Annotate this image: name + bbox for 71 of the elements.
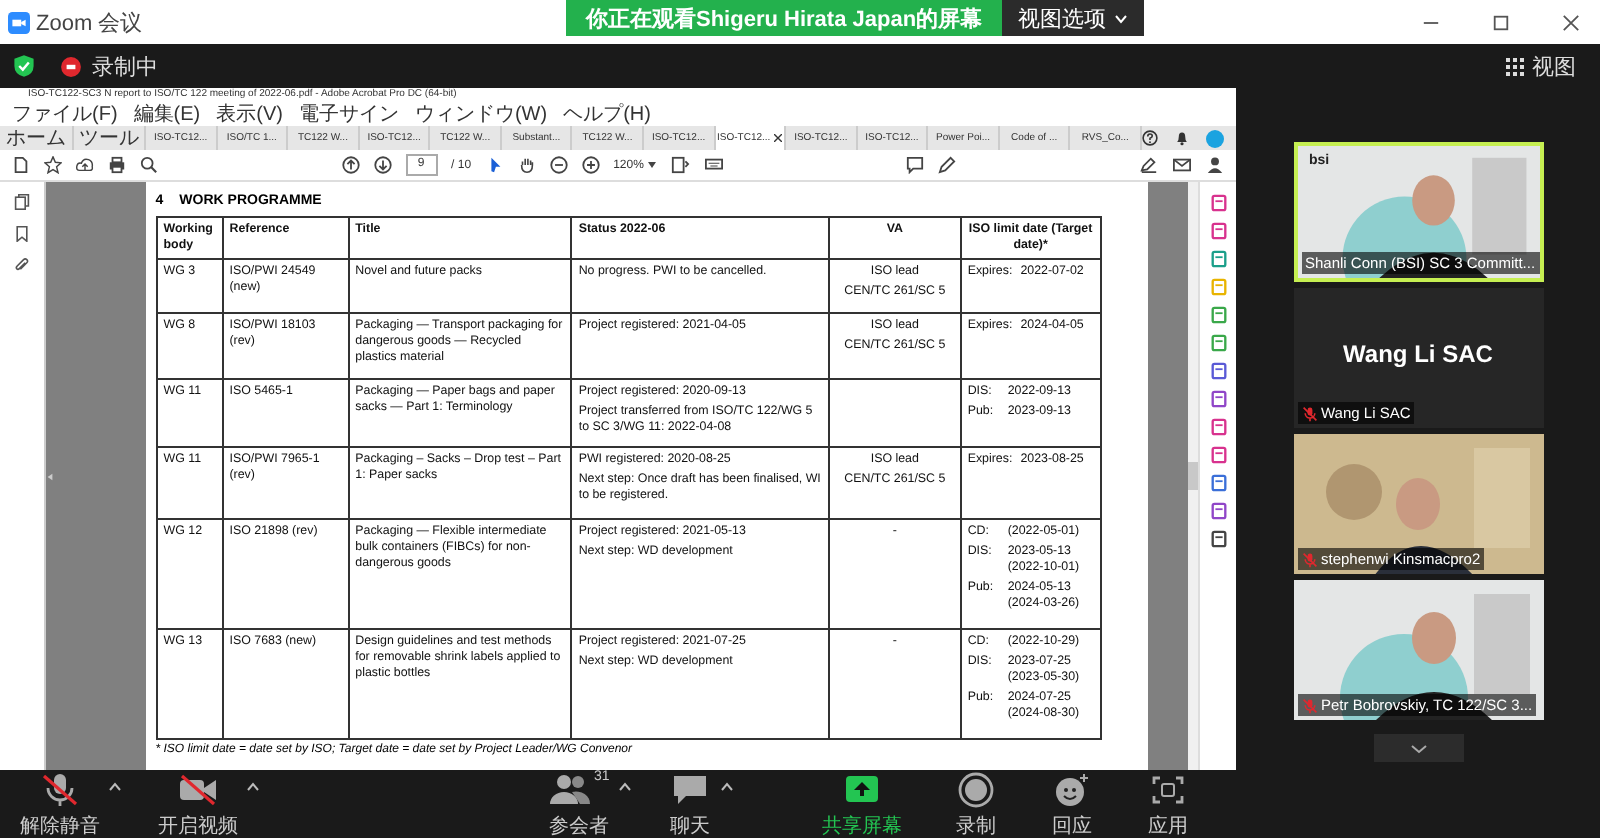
help-icon[interactable]: [1142, 130, 1158, 146]
comment-icon[interactable]: [906, 156, 925, 174]
toolbar-button[interactable]: 应用: [1145, 769, 1190, 838]
caret-icon: [647, 162, 656, 168]
tool-icon[interactable]: [1209, 418, 1228, 436]
document-tab[interactable]: ホーム: [0, 126, 74, 150]
tool-icon[interactable]: [1209, 194, 1228, 212]
hand-icon[interactable]: [517, 156, 536, 174]
next-page-icon[interactable]: [373, 156, 392, 174]
menu-item[interactable]: 編集(E): [133, 103, 201, 125]
attachment-icon[interactable]: [13, 258, 30, 274]
camera-icon: [8, 11, 30, 33]
toolbar-button[interactable]: 开启视频: [158, 769, 238, 838]
pages-icon[interactable]: [13, 194, 30, 210]
bell-icon[interactable]: [1174, 130, 1190, 146]
mail-icon[interactable]: [1172, 156, 1193, 174]
maximize-icon[interactable]: [1492, 13, 1510, 31]
view-options-button[interactable]: 视图选项: [1002, 0, 1145, 36]
zoom-in-icon[interactable]: [581, 156, 600, 174]
record-icon: [953, 769, 998, 809]
sharing-banner: 你正在观看Shigeru Hirata Japan的屏幕: [566, 0, 1003, 36]
star-icon[interactable]: [44, 156, 62, 174]
menu-item[interactable]: ウィンドウ(W): [414, 103, 548, 125]
signature-icon[interactable]: [1140, 156, 1159, 174]
pointer-icon[interactable]: [485, 156, 504, 174]
menu-item[interactable]: 電子サイン: [298, 103, 399, 125]
tool-icon[interactable]: [1209, 530, 1228, 548]
person-icon[interactable]: [1206, 156, 1225, 174]
bookmark-icon[interactable]: [13, 226, 30, 242]
previous-page-icon[interactable]: [341, 156, 360, 174]
zoom-out-icon[interactable]: [549, 156, 568, 174]
chevron-icon: [1114, 13, 1129, 23]
toolbar-button[interactable]: 聊天: [667, 769, 712, 838]
toolbar-button[interactable]: 录制: [953, 769, 998, 838]
tool-icon[interactable]: [1209, 222, 1228, 240]
tool-icon[interactable]: [1209, 474, 1228, 492]
pen-icon[interactable]: [938, 156, 957, 174]
close-icon: [774, 134, 783, 142]
muted-microphone-icon: [38, 769, 82, 809]
new-page-icon[interactable]: [12, 156, 30, 174]
toolbar-button[interactable]: 回应: [1049, 769, 1094, 838]
scrollbar-thumb[interactable]: [1188, 462, 1199, 490]
keyboard-icon[interactable]: [703, 156, 724, 174]
participant-display-name: Wang Li SAC: [1341, 340, 1495, 368]
people-icon: [548, 769, 592, 809]
tool-icon[interactable]: [1209, 446, 1228, 464]
tool-icon[interactable]: [1209, 362, 1228, 380]
toolbar-button[interactable]: 解除静音: [20, 769, 100, 838]
tool-icon[interactable]: [1209, 502, 1228, 520]
menu-item[interactable]: ヘルプ(H): [563, 103, 651, 125]
recording-label: 录制中: [92, 53, 158, 81]
caret-icon[interactable]: [246, 781, 260, 791]
upload-icon[interactable]: [76, 156, 94, 174]
menu-item[interactable]: 表示(V): [216, 103, 283, 125]
grid-icon: [1506, 57, 1524, 75]
chevron-icon: [1409, 743, 1427, 753]
caret-icon[interactable]: [719, 781, 734, 791]
close-icon[interactable]: [1562, 13, 1580, 31]
print-icon[interactable]: [108, 156, 126, 174]
menu-item[interactable]: ファイル(F): [12, 103, 118, 125]
video-off-icon: [176, 769, 220, 809]
toolbar-button[interactable]: 共享屏幕: [821, 769, 902, 838]
shield-icon[interactable]: [12, 54, 36, 78]
search-icon[interactable]: [140, 156, 158, 174]
caret-icon[interactable]: [617, 781, 632, 791]
window-title: Zoom 会议: [36, 9, 143, 37]
record-dot-icon: [60, 55, 82, 77]
caret-icon[interactable]: [108, 781, 122, 791]
fit-page-icon[interactable]: [669, 156, 690, 174]
view-button[interactable]: 视图: [1494, 49, 1588, 83]
tool-icon[interactable]: [1209, 390, 1228, 408]
